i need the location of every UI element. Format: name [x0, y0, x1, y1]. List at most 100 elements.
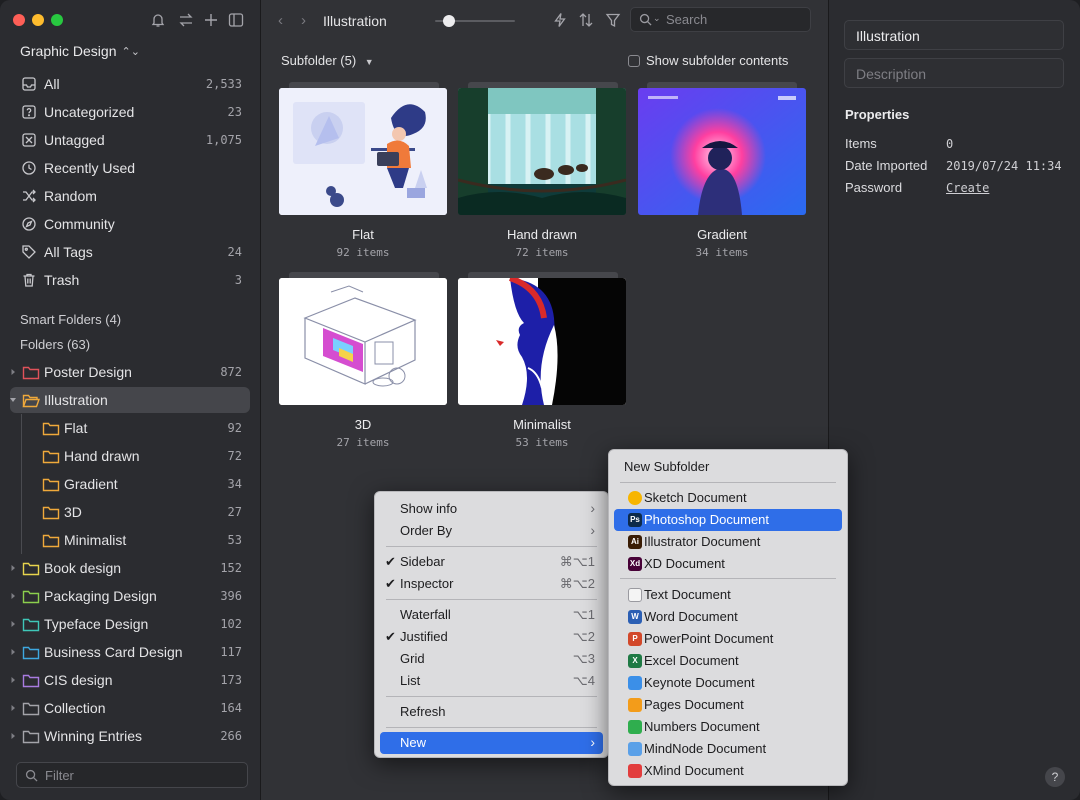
menu-item-powerpoint-document[interactable]: P PowerPoint Document	[614, 628, 842, 650]
disclosure-open-icon[interactable]	[9, 394, 17, 406]
thumbnail-title: Gradient	[697, 227, 747, 242]
menu-item-numbers-document[interactable]: Numbers Document	[614, 716, 842, 738]
sidebar-item-trash[interactable]: Trash 3	[10, 267, 250, 293]
sidebar-item-untagged[interactable]: Untagged 1,075	[10, 127, 250, 153]
sidebar-toggle-icon[interactable]	[228, 12, 244, 28]
menu-item-label: Excel Document	[644, 653, 739, 668]
menu-item-word-document[interactable]: W Word Document	[614, 606, 842, 628]
subfolder-dropdown[interactable]: Subfolder (5) ▼	[281, 53, 374, 68]
smart-folders-header[interactable]: Smart Folders (4)	[20, 312, 121, 327]
menu-item-refresh[interactable]: Refresh	[380, 701, 603, 723]
disclosure-closed-icon[interactable]	[9, 730, 17, 742]
sidebar-item-recently-used[interactable]: Recently Used	[10, 155, 250, 181]
sidebar-item-all[interactable]: All 2,533	[10, 71, 250, 97]
sidebar-item-community[interactable]: Community	[10, 211, 250, 237]
folder-item-typeface-design[interactable]: Typeface Design 102	[10, 611, 250, 637]
menu-item-new-subfolder[interactable]: New Subfolder	[614, 456, 842, 478]
library-switcher[interactable]: Graphic Design ⌃⌄	[20, 43, 140, 59]
disclosure-closed-icon[interactable]	[9, 618, 17, 630]
menu-item-pages-document[interactable]: Pages Document	[614, 694, 842, 716]
menu-item-show-info[interactable]: Show info ›	[380, 498, 603, 520]
search-input[interactable]: ⌄ Search	[630, 7, 811, 32]
thumbnail-3d[interactable]	[279, 278, 447, 405]
menu-item-sketch-document[interactable]: Sketch Document	[614, 487, 842, 509]
zoom-slider-knob[interactable]	[443, 15, 455, 27]
zoom-window-button[interactable]	[51, 14, 63, 26]
description-field[interactable]: Description	[844, 58, 1064, 88]
forward-button[interactable]: ›	[301, 12, 306, 29]
show-subfolder-checkbox[interactable]	[628, 55, 640, 67]
folder-item-book-design[interactable]: Book design 152	[10, 555, 250, 581]
sidebar: Graphic Design ⌃⌄ All 2,533 Uncategorized 2…	[0, 0, 261, 800]
menu-item-mindnode-document[interactable]: MindNode Document	[614, 738, 842, 760]
thumbnail-flat[interactable]	[279, 88, 447, 215]
thumbnail-gradient[interactable]	[638, 88, 806, 215]
folder-icon	[22, 561, 40, 576]
back-button[interactable]: ‹	[278, 12, 283, 29]
disclosure-closed-icon[interactable]	[9, 646, 17, 658]
sidebar-item-label: Trash	[44, 272, 80, 288]
folder-item-winning-entries[interactable]: Winning Entries 266	[10, 723, 250, 749]
sidebar-item-all-tags[interactable]: All Tags 24	[10, 239, 250, 265]
shuffle-icon	[21, 188, 37, 204]
menu-item-xd-document[interactable]: Xd XD Document	[614, 553, 842, 575]
filter-funnel-icon[interactable]	[605, 12, 621, 28]
menu-item-excel-document[interactable]: X Excel Document	[614, 650, 842, 672]
menu-separator	[620, 578, 836, 579]
minimize-window-button[interactable]	[32, 14, 44, 26]
disclosure-closed-icon[interactable]	[9, 674, 17, 686]
menu-item-waterfall[interactable]: Waterfall ⌥1	[380, 604, 603, 626]
folder-icon	[22, 701, 40, 716]
folder-icon	[42, 533, 60, 548]
menu-item-inspector[interactable]: ✔ Inspector ⌘⌥2	[380, 573, 603, 595]
sidebar-item-random[interactable]: Random	[10, 183, 250, 209]
close-window-button[interactable]	[13, 14, 25, 26]
menu-item-label: Keynote Document	[644, 675, 755, 690]
menu-item-list[interactable]: List ⌥4	[380, 670, 603, 692]
plus-icon[interactable]	[203, 12, 219, 28]
thumbnail-minimalist[interactable]	[458, 278, 626, 405]
menu-item-text-document[interactable]: Text Document	[614, 584, 842, 606]
disclosure-closed-icon[interactable]	[9, 562, 17, 574]
menu-item-order-by[interactable]: Order By ›	[380, 520, 603, 542]
thumbnail-hand-drawn[interactable]	[458, 88, 626, 215]
lightning-icon[interactable]	[552, 12, 568, 28]
folder-item-gradient[interactable]: Gradient 34	[10, 471, 250, 497]
folder-item-illustration[interactable]: Illustration	[10, 387, 250, 413]
menu-item-photoshop-document[interactable]: Ps Photoshop Document	[614, 509, 842, 531]
sidebar-item-uncategorized[interactable]: Uncategorized 23	[10, 99, 250, 125]
folder-item-cis-design[interactable]: CIS design 173	[10, 667, 250, 693]
trash-icon	[21, 272, 37, 288]
sync-arrows-icon[interactable]	[178, 12, 194, 28]
bell-icon[interactable]	[150, 12, 166, 28]
folders-header[interactable]: Folders (63)	[20, 337, 90, 352]
menu-item-xmind-document[interactable]: XMind Document	[614, 760, 842, 782]
menu-item-grid[interactable]: Grid ⌥3	[380, 648, 603, 670]
folder-item-3d[interactable]: 3D 27	[10, 499, 250, 525]
disclosure-closed-icon[interactable]	[9, 590, 17, 602]
folder-item-hand-drawn[interactable]: Hand drawn 72	[10, 443, 250, 469]
inspector-panel: Illustration Description Properties Item…	[828, 0, 1080, 800]
folder-item-collection[interactable]: Collection 164	[10, 695, 250, 721]
thumbnail-title: Hand drawn	[506, 227, 578, 242]
folder-item-business-card-design[interactable]: Business Card Design 117	[10, 639, 250, 665]
folder-count: 102	[220, 617, 242, 631]
menu-item-sidebar[interactable]: ✔ Sidebar ⌘⌥1	[380, 551, 603, 573]
name-field[interactable]: Illustration	[844, 20, 1064, 50]
menu-item-new[interactable]: New ›	[380, 732, 603, 754]
menu-item-justified[interactable]: ✔ Justified ⌥2	[380, 626, 603, 648]
password-create-link[interactable]: Create	[946, 181, 989, 195]
menu-item-illustrator-document[interactable]: Ai Illustrator Document	[614, 531, 842, 553]
folder-item-packaging-design[interactable]: Packaging Design 396	[10, 583, 250, 609]
folder-item-minimalist[interactable]: Minimalist 53	[10, 527, 250, 553]
filter-input[interactable]: Filter	[16, 762, 248, 788]
folder-label: 3D	[64, 504, 82, 520]
folder-count: 164	[220, 701, 242, 715]
folder-item-flat[interactable]: Flat 92	[10, 415, 250, 441]
disclosure-closed-icon[interactable]	[9, 702, 17, 714]
sort-icon[interactable]	[578, 12, 594, 28]
disclosure-closed-icon[interactable]	[9, 366, 17, 378]
menu-item-keynote-document[interactable]: Keynote Document	[614, 672, 842, 694]
help-button[interactable]: ?	[1045, 767, 1065, 787]
folder-item-poster-design[interactable]: Poster Design 872	[10, 359, 250, 385]
